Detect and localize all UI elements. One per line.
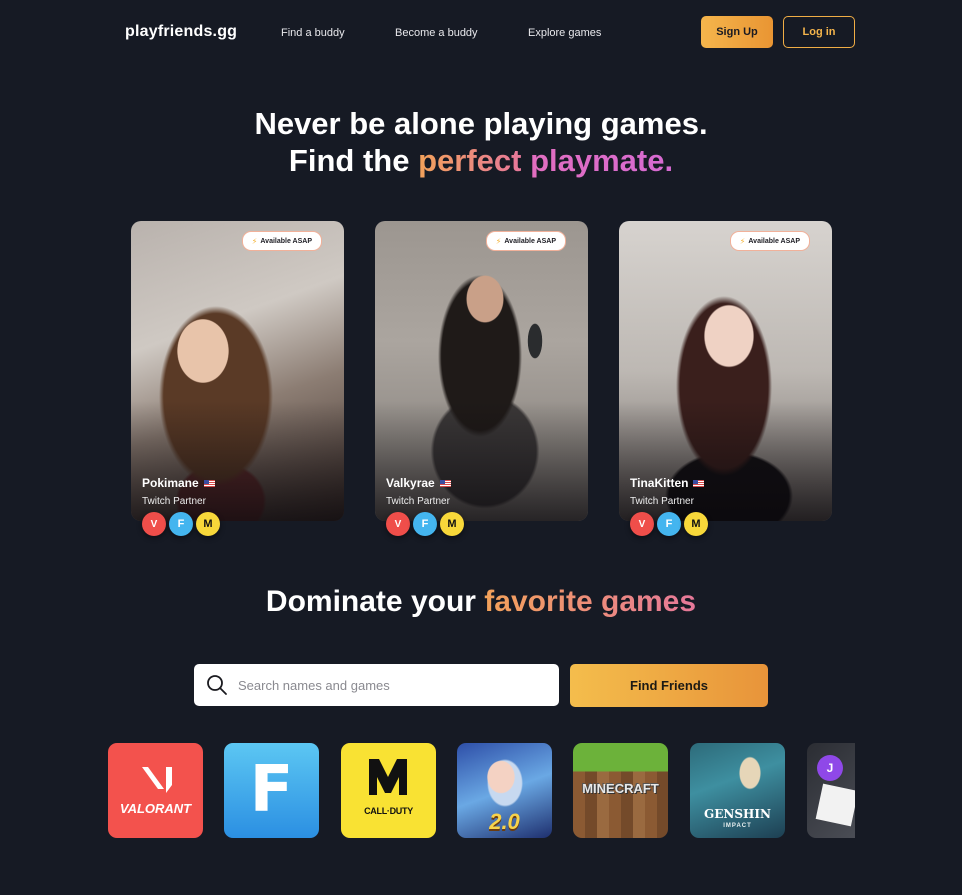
buddy-card[interactable]: ⚡ Available ASAP Pokimane Twitch Partner xyxy=(131,221,344,521)
hero-headline: Never be alone playing games. xyxy=(254,106,708,141)
minecraft-tile[interactable]: MINECRAFT xyxy=(573,743,668,838)
fortnite-icon[interactable]: F xyxy=(413,512,437,536)
availability-badge-label: Available ASAP xyxy=(748,237,800,245)
top-navbar: playfriends.gg Find a buddy Become a bud… xyxy=(0,0,962,66)
next-game-tile[interactable]: J xyxy=(807,743,855,838)
buddy-subtitle: Twitch Partner xyxy=(630,496,694,507)
search-icon xyxy=(207,675,227,695)
valorant-icon[interactable]: V xyxy=(386,512,410,536)
availability-badge: ⚡ Available ASAP xyxy=(485,231,566,251)
buddy-subtitle: Twitch Partner xyxy=(142,496,206,507)
minecraft-wordmark: MINECRAFT xyxy=(582,781,659,796)
nav-link-explore-games[interactable]: Explore games xyxy=(528,27,601,39)
us-flag-icon xyxy=(693,479,705,487)
availability-badge-label: Available ASAP xyxy=(260,237,312,245)
availability-badge-label: Available ASAP xyxy=(504,237,556,245)
genshin-wordmark: GENSHIN xyxy=(704,807,771,821)
buddy-card[interactable]: ⚡ Available ASAP Valkyrae Twitch Partner xyxy=(375,221,588,521)
nav-link-become-buddy[interactable]: Become a buddy xyxy=(395,27,478,39)
log-in-button[interactable]: Log in xyxy=(783,16,855,48)
lightning-icon: ⚡ xyxy=(739,236,746,246)
buddy-name-text: TinaKitten xyxy=(630,476,689,490)
buddy-game-icons: V F M xyxy=(630,512,708,536)
availability-badge: ⚡ Available ASAP xyxy=(241,231,322,251)
hero-word-perfect: perfect xyxy=(418,143,522,178)
games-section-title-highlight: favorite games xyxy=(484,585,697,618)
lightning-icon: ⚡ xyxy=(251,236,258,246)
site-logo[interactable]: playfriends.gg xyxy=(125,23,237,41)
buddy-subtitle: Twitch Partner xyxy=(386,496,450,507)
roblox-logo-icon xyxy=(815,783,855,827)
hero-subheadline-prefix: Find the xyxy=(288,143,410,178)
buddy-name-text: Pokimane xyxy=(142,476,199,490)
genshin-wordmark-sub: IMPACT xyxy=(723,823,752,829)
search-bar[interactable] xyxy=(194,664,559,706)
valorant-logo-icon xyxy=(142,767,172,793)
valorant-tile[interactable]: VALORANT xyxy=(108,743,203,838)
fortnite-tile[interactable]: F xyxy=(224,743,319,838)
hero-subheadline: Find the perfect playmate. xyxy=(0,142,962,179)
valorant-icon[interactable]: V xyxy=(142,512,166,536)
us-flag-icon xyxy=(203,479,215,487)
fortnite-logo-icon: F xyxy=(249,753,294,827)
buddy-name: Pokimane xyxy=(142,476,215,490)
buddy-game-icons: V F M xyxy=(386,512,464,536)
call-of-duty-wordmark: CALL·DUTY xyxy=(364,806,413,816)
call-of-duty-logo-icon xyxy=(369,759,407,795)
fortnite-icon[interactable]: F xyxy=(657,512,681,536)
lightning-icon: ⚡ xyxy=(495,236,502,246)
buddy-name: Valkyrae xyxy=(386,476,451,490)
us-flag-icon xyxy=(439,479,451,487)
games-section-title-prefix: Dominate your xyxy=(265,585,476,618)
mobile-legends-version: 2.0 xyxy=(489,809,520,834)
call-of-duty-icon[interactable]: M xyxy=(440,512,464,536)
games-section-title: Dominate your favorite games xyxy=(0,585,962,619)
call-of-duty-icon[interactable]: M xyxy=(684,512,708,536)
hero-word-playmate: playmate. xyxy=(530,143,674,178)
genshin-impact-tile[interactable]: GENSHIN IMPACT xyxy=(690,743,785,838)
mobile-legends-tile[interactable]: 2.0 xyxy=(457,743,552,838)
avatar: J xyxy=(817,755,843,781)
search-input[interactable] xyxy=(236,676,540,694)
fortnite-icon[interactable]: F xyxy=(169,512,193,536)
sign-up-button[interactable]: Sign Up xyxy=(701,16,773,48)
buddy-name-text: Valkyrae xyxy=(386,476,435,490)
call-of-duty-mobile-tile[interactable]: CALL·DUTY xyxy=(341,743,436,838)
valorant-wordmark: VALORANT xyxy=(119,801,192,816)
find-friends-button[interactable]: Find Friends xyxy=(570,664,768,707)
call-of-duty-icon[interactable]: M xyxy=(196,512,220,536)
availability-badge: ⚡ Available ASAP xyxy=(729,231,810,251)
buddy-name: TinaKitten xyxy=(630,476,705,490)
valorant-icon[interactable]: V xyxy=(630,512,654,536)
buddy-card[interactable]: ⚡ Available ASAP TinaKitten Twitch Partn… xyxy=(619,221,832,521)
buddy-game-icons: V F M xyxy=(142,512,220,536)
nav-link-find-buddy[interactable]: Find a buddy xyxy=(281,27,345,39)
